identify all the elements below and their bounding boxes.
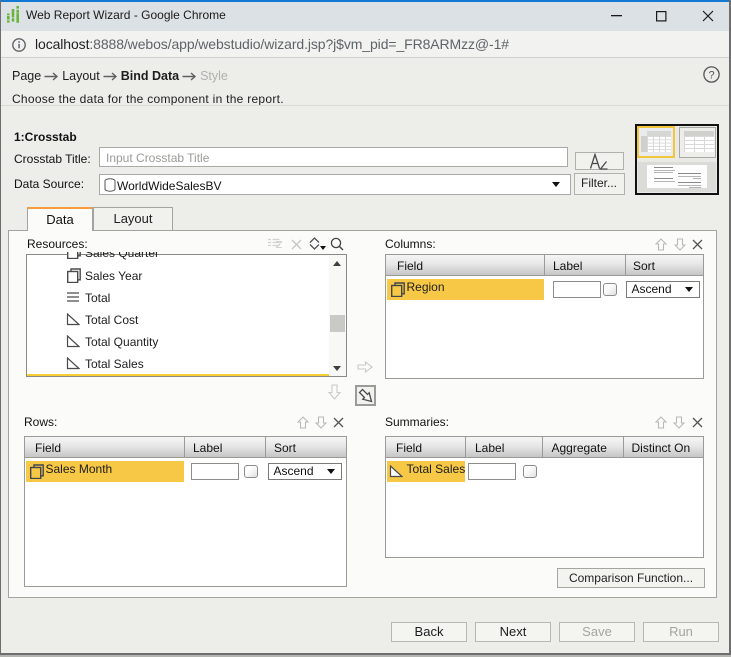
svg-text:?: ?: [708, 70, 714, 82]
